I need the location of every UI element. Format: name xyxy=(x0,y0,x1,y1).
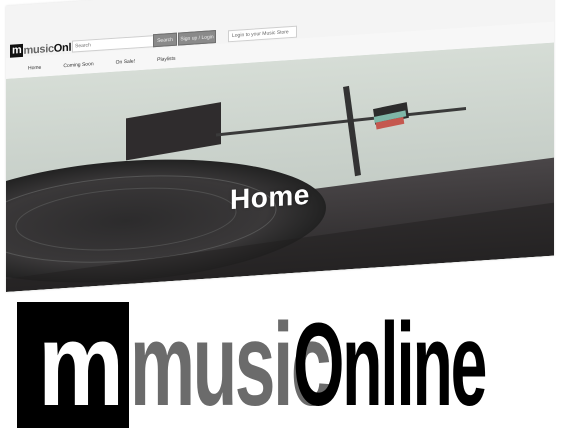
nav-item-home[interactable]: Home xyxy=(28,65,41,78)
logo-m: m xyxy=(10,43,24,58)
logo-online-word: Online xyxy=(293,299,487,431)
logo-music: music xyxy=(23,42,54,57)
turntable-image xyxy=(6,42,554,292)
hero-title: Home xyxy=(230,178,310,216)
login-field[interactable]: Login to your Music Store xyxy=(228,25,297,43)
brand-logo: m music Online xyxy=(17,302,557,428)
logo-m-letter: m xyxy=(38,299,124,431)
search-button[interactable]: Search xyxy=(153,32,177,48)
signup-login-button[interactable]: Sign up / Login xyxy=(178,30,216,46)
website-screenshot: m music Online Search Sign up / Login Lo… xyxy=(6,0,554,293)
hero-banner: Home xyxy=(6,42,554,292)
